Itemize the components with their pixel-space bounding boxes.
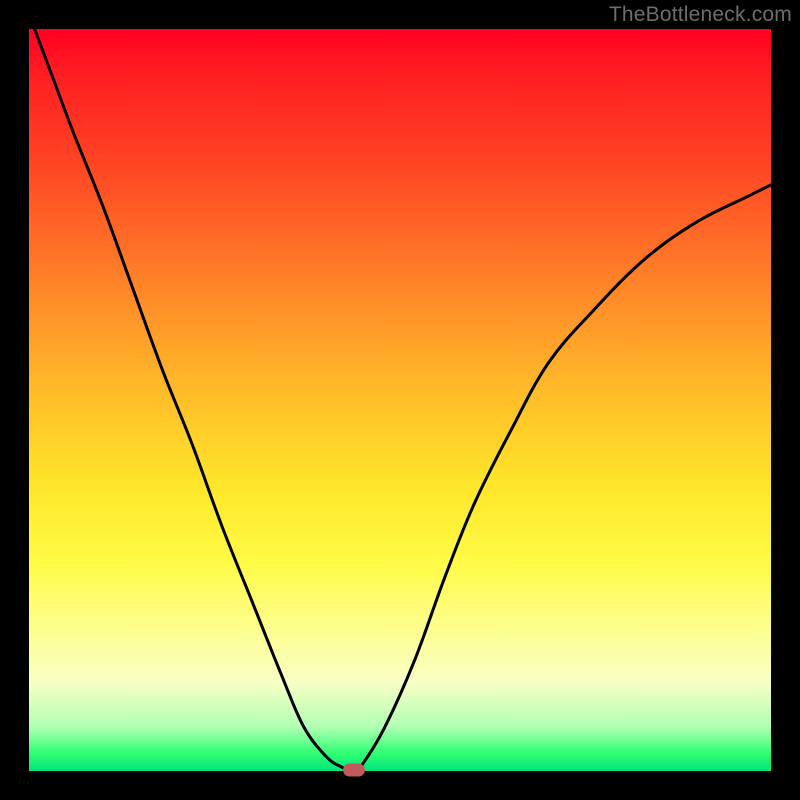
plot-area xyxy=(29,29,771,771)
minimum-marker xyxy=(343,764,365,777)
chart-root: TheBottleneck.com xyxy=(0,0,800,800)
bottleneck-curve xyxy=(29,14,771,771)
curve-layer xyxy=(29,29,771,771)
watermark-text: TheBottleneck.com xyxy=(609,3,792,27)
